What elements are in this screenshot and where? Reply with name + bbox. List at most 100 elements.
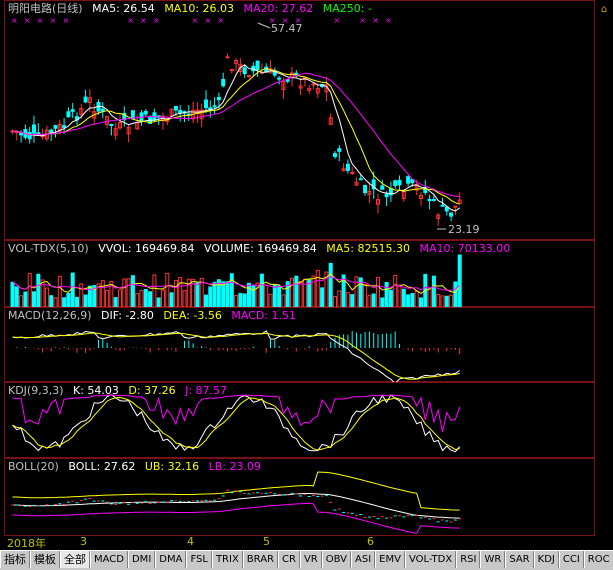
volume-bar: [27, 273, 32, 308]
time-m4: 4: [187, 535, 194, 548]
tab-dma[interactable]: DMA: [155, 551, 187, 568]
volume-bar: [14, 286, 19, 308]
tab-cci[interactable]: CCI: [558, 551, 584, 568]
boll-chart: [11, 471, 462, 534]
volume-bar: [302, 278, 307, 308]
tab-obv[interactable]: OBV: [321, 551, 351, 568]
marker-x: ×: [11, 16, 18, 25]
volume-bar: [148, 291, 153, 308]
candle-body: [453, 205, 458, 208]
tab-brar[interactable]: BRAR: [242, 551, 278, 568]
tab-fsl[interactable]: FSL: [186, 551, 212, 568]
candle-body: [440, 204, 445, 207]
tab-all[interactable]: 全部: [60, 551, 90, 568]
marker-x: ×: [359, 16, 366, 25]
volume-bar: [79, 283, 84, 308]
candle-body: [431, 198, 436, 201]
volume-bar: [238, 293, 243, 308]
tab-rsi[interactable]: RSI: [456, 551, 481, 568]
tab-asi[interactable]: ASI: [351, 551, 376, 568]
time-m5: 5: [263, 535, 270, 548]
tab-template[interactable]: 模板: [30, 551, 60, 568]
volume-bar: [216, 279, 221, 308]
marker-x: ×: [334, 16, 341, 25]
volume-bar: [143, 288, 148, 308]
volume-bar: [268, 293, 273, 308]
tab-roc[interactable]: ROC: [583, 551, 613, 568]
volume-bar: [410, 293, 415, 308]
marker-x: ×: [127, 16, 134, 25]
volume-bar: [195, 282, 200, 308]
tab-wr[interactable]: WR: [480, 551, 506, 568]
volume-bar: [212, 281, 217, 308]
volume-bar: [36, 273, 41, 308]
tab-sar[interactable]: SAR: [505, 551, 534, 568]
volume-bar: [247, 282, 251, 308]
volume-bar: [294, 275, 299, 308]
candle-body: [62, 125, 67, 128]
volume-bar: [277, 285, 282, 308]
volume-bar: [328, 262, 333, 308]
candle-body: [83, 96, 88, 103]
candle-body: [229, 68, 234, 71]
volume-bar: [457, 254, 462, 308]
volume-bar: [135, 293, 140, 308]
home-icon[interactable]: ⌂: [597, 3, 611, 17]
volume-bar: [384, 281, 389, 308]
volume-bar: [311, 275, 316, 308]
volume-bar: [208, 286, 213, 308]
k-line: [12, 394, 461, 453]
candle-body: [277, 77, 282, 80]
tab-dmi[interactable]: DMI: [127, 551, 156, 568]
volume-bar: [337, 290, 342, 308]
candle-body: [66, 111, 71, 118]
volume-bar: [414, 290, 419, 308]
candle-body: [221, 78, 226, 87]
volume-bar: [376, 277, 380, 308]
tab-kdj[interactable]: KDJ: [533, 551, 559, 568]
dea-line: [12, 332, 460, 380]
volume-bar: [169, 292, 174, 308]
candle-body: [358, 178, 363, 181]
candle-body: [427, 198, 432, 202]
candle-body: [178, 109, 183, 114]
candle-body: [109, 123, 114, 127]
boll-panel[interactable]: BOLL(20) BOLL: 27.62 UB: 32.16 LB: 23.09: [4, 458, 595, 536]
ma10-line: [12, 67, 460, 205]
j-line: [12, 394, 461, 432]
volume-panel[interactable]: VOL-TDX(5,10) VVOL: 169469.84 VOLUME: 16…: [4, 240, 595, 308]
volume-bar: [259, 273, 264, 308]
volume-bar: [161, 289, 165, 308]
marker-x: ×: [385, 16, 392, 25]
tab-cr[interactable]: CR: [278, 551, 300, 568]
tab-vol-tdx[interactable]: VOL-TDX: [404, 551, 457, 568]
volume-bar: [350, 294, 355, 308]
macd-chart: [12, 330, 461, 383]
tab-macd[interactable]: MACD: [90, 551, 128, 568]
marker-x: ×: [153, 16, 160, 25]
volume-bar: [431, 275, 436, 308]
tab-emv[interactable]: EMV: [375, 551, 405, 568]
macd-panel[interactable]: MACD(12,26,9) DIF: -2.80 DEA: -3.56 MACD…: [4, 307, 595, 383]
volume-bar: [453, 281, 458, 308]
candle-body: [212, 105, 217, 108]
candle-body: [70, 109, 75, 112]
volume-bar: [345, 292, 350, 308]
volume-bar: [242, 293, 247, 308]
volume-bar: [221, 281, 226, 308]
volume-bar: [173, 279, 178, 308]
tab-trix[interactable]: TRIX: [211, 551, 243, 568]
tab-vr[interactable]: VR: [299, 551, 322, 568]
volume-bar: [354, 276, 359, 308]
kdj-panel[interactable]: KDJ(9,3,3) K: 54.03 D: 37.26 J: 87.57: [4, 382, 595, 458]
candle-body: [216, 96, 221, 101]
candle-body: [173, 105, 178, 111]
candle-body: [225, 56, 230, 59]
candle-body: [36, 132, 41, 135]
boll-lb-line: [12, 503, 460, 534]
kline-panel[interactable]: 明阳电路(日线) MA5: 26.54 MA10: 26.03 MA20: 27…: [4, 0, 595, 240]
volume-bar: [371, 293, 376, 308]
volume-bar: [397, 284, 402, 308]
volume-bar: [122, 278, 127, 308]
tab-indicator[interactable]: 指标: [0, 551, 30, 568]
